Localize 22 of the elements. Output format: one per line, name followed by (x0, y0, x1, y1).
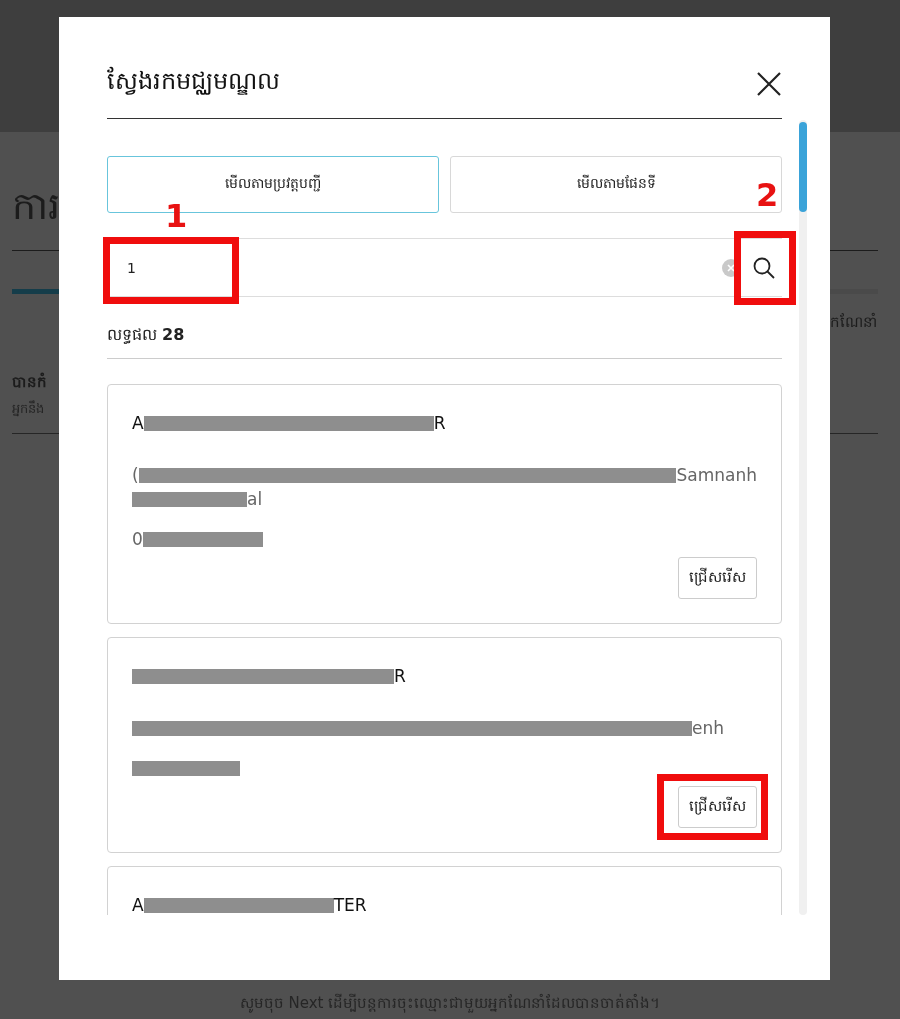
text-fragment: Samnanh (676, 465, 757, 485)
text-fragment: TER (333, 895, 367, 915)
text-fragment: ( (132, 465, 139, 485)
text-fragment: al (247, 489, 263, 509)
search-icon[interactable] (752, 255, 776, 280)
text-fragment: R (433, 413, 446, 433)
results-count: លទ្ធផល 28 (107, 325, 185, 344)
select-button[interactable]: ជ្រើសរើស (678, 786, 757, 828)
text-fragment: A (132, 895, 144, 915)
text-fragment: 0 (132, 529, 143, 549)
center-card[interactable]: A TER (107, 866, 782, 915)
dialog-title: ស្វែងរកមជ្ឈមណ្ឌល (107, 65, 280, 97)
text-fragment: A (132, 413, 144, 433)
search-field[interactable]: 1 (107, 258, 209, 277)
center-card[interactable]: R enh ជ្រើសរើស (107, 637, 782, 853)
step-number: 2 (756, 175, 779, 214)
center-card[interactable]: A R ( Samnanh al 0 ជ្រើសរើស (107, 384, 782, 624)
text-fragment: R (394, 666, 406, 686)
close-icon[interactable] (756, 70, 782, 97)
text-fragment: enh (692, 718, 724, 738)
select-button[interactable]: ជ្រើសរើស (678, 557, 757, 599)
scrollbar[interactable] (799, 120, 807, 915)
